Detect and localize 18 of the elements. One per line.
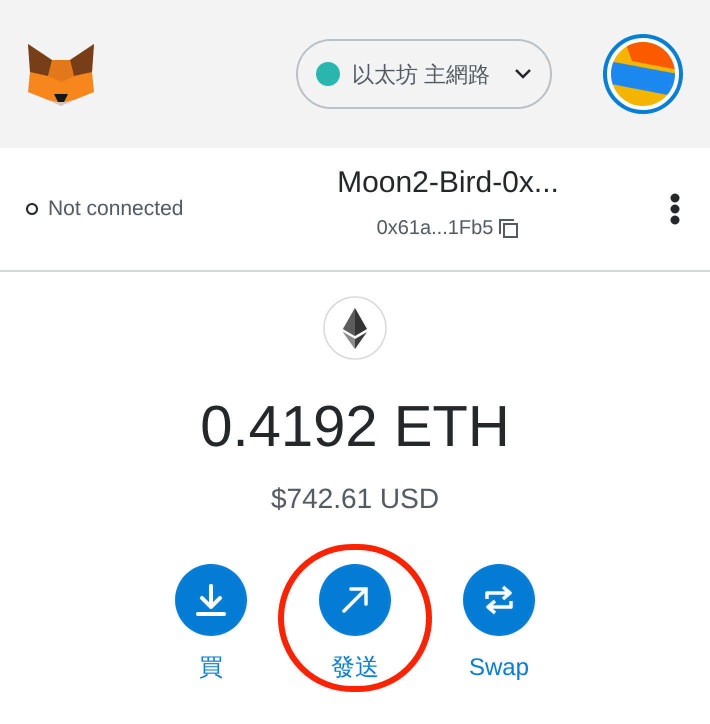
action-label[interactable]: Swap bbox=[468, 650, 530, 686]
fiat-balance: $742.61 USD bbox=[270, 482, 440, 516]
ethereum-icon bbox=[323, 296, 387, 360]
arrow-icon bbox=[341, 586, 369, 614]
network-selector[interactable]: 以太坊 主網路 bbox=[296, 39, 552, 109]
fox-logo bbox=[26, 42, 96, 106]
copy-icon[interactable] bbox=[497, 216, 520, 238]
action-label[interactable]: 買 bbox=[199, 650, 223, 686]
account-name[interactable]: Moon2-Bird-0x... bbox=[337, 160, 559, 204]
balance-amount: 0.4192 ETH bbox=[200, 398, 510, 456]
account-avatar[interactable] bbox=[602, 33, 684, 115]
download-icon bbox=[196, 584, 226, 616]
action-label[interactable]: 發送 bbox=[331, 650, 379, 686]
chevron-down-icon bbox=[514, 68, 532, 80]
more-options-icon[interactable] bbox=[670, 193, 680, 225]
connection-status[interactable]: Not connected bbox=[48, 193, 184, 225]
account-address[interactable]: 0x61a...1Fb5 bbox=[376, 212, 494, 242]
swap-icon bbox=[483, 585, 515, 615]
